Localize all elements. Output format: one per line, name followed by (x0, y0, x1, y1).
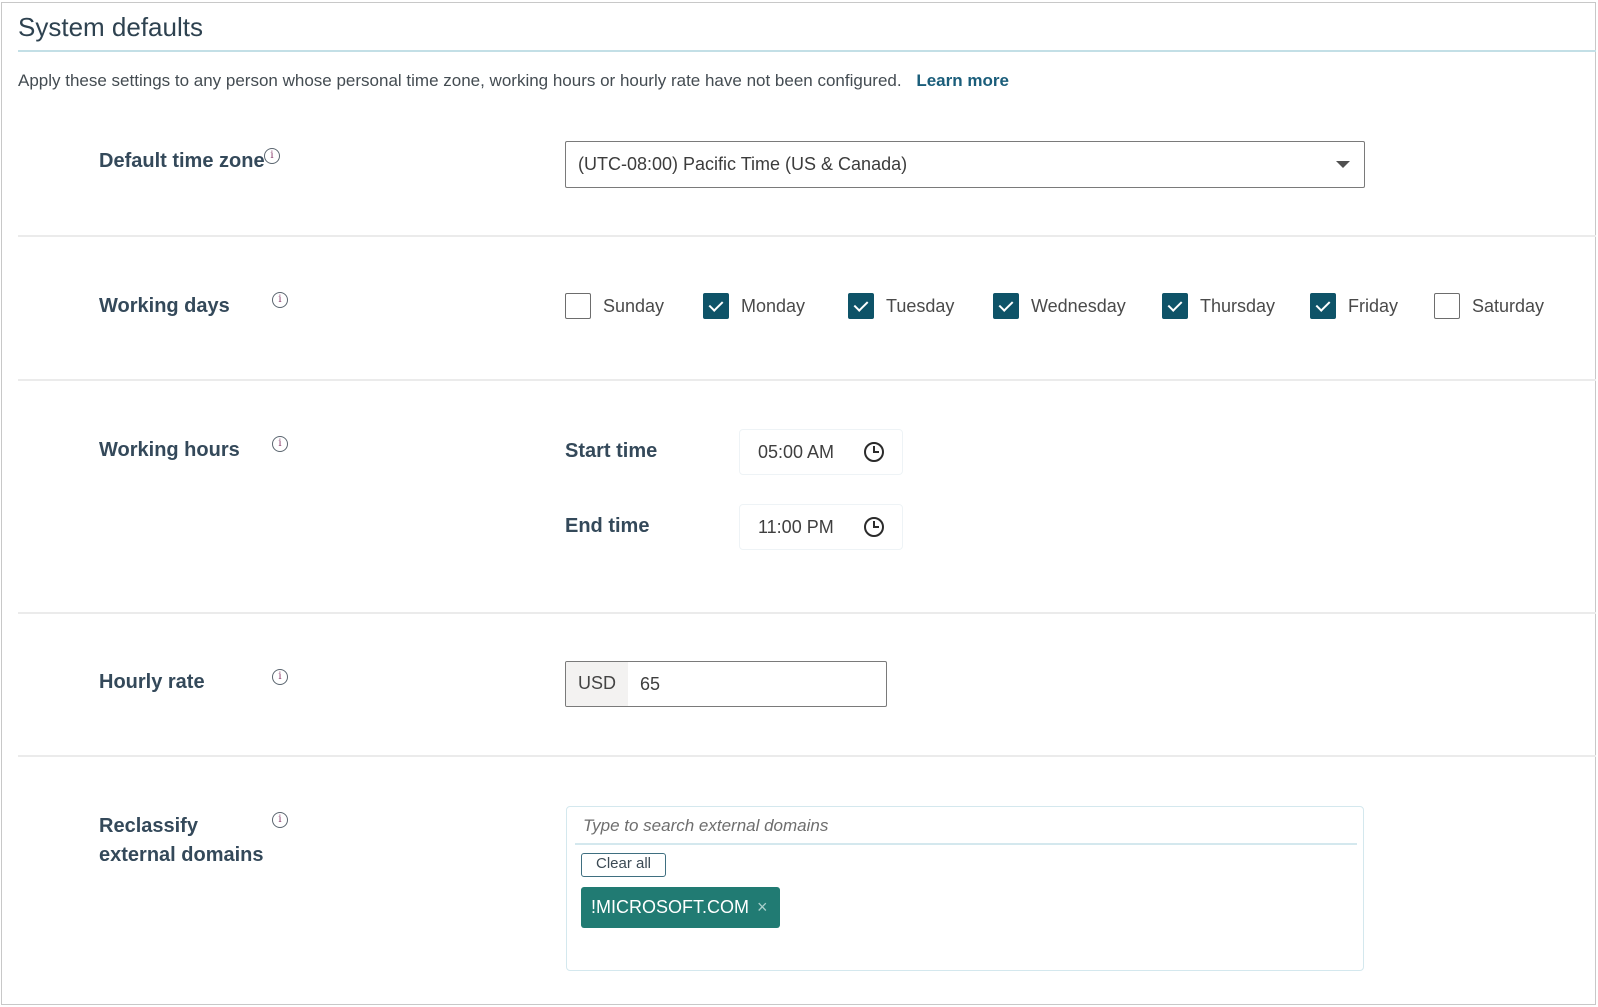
reclassify-label-line2: external domains (99, 844, 264, 866)
checkbox-unchecked-icon[interactable] (565, 293, 591, 319)
day-checkbox-tuesday[interactable]: Tuesday (848, 293, 954, 319)
time-zone-selected: (UTC-08:00) Pacific Time (US & Canada) (578, 154, 908, 174)
reclassify-label: Reclassify external domains (99, 812, 264, 870)
description: Apply these settings to any person whose… (18, 71, 1009, 91)
day-label: Wednesday (1031, 295, 1126, 316)
day-label: Friday (1348, 295, 1399, 316)
checkbox-checked-icon[interactable] (703, 293, 729, 319)
divider (18, 612, 1596, 614)
reclassify-label-line1: Reclassify (99, 815, 198, 837)
clear-all-button[interactable]: Clear all (581, 853, 666, 877)
start-time-label: Start time (565, 440, 658, 462)
day-checkbox-friday[interactable]: Friday (1310, 293, 1398, 319)
clock-icon[interactable] (864, 517, 884, 537)
time-zone-dropdown[interactable]: (UTC-08:00) Pacific Time (US & Canada) (565, 141, 1365, 188)
start-time-value: 05:00 AM (758, 442, 835, 462)
end-time-picker[interactable]: 11:00 PM (739, 504, 903, 550)
checkbox-checked-icon[interactable] (848, 293, 874, 319)
day-label: Sunday (603, 295, 665, 316)
day-label: Thursday (1200, 295, 1276, 316)
description-text: Apply these settings to any person whose… (18, 71, 902, 90)
day-checkbox-wednesday[interactable]: Wednesday (993, 293, 1126, 319)
working-days-label: Working days (99, 295, 230, 317)
hourly-rate-field[interactable]: USD (565, 661, 887, 707)
day-checkbox-monday[interactable]: Monday (703, 293, 805, 319)
time-zone-label-text: Default time zone (99, 150, 265, 172)
divider (18, 235, 1596, 237)
working-days-info-icon[interactable]: i (272, 292, 288, 308)
page-title: System defaults (18, 12, 203, 42)
domain-tag: !MICROSOFT.COM × (581, 887, 780, 928)
close-icon[interactable]: × (757, 897, 768, 918)
end-time-label: End time (565, 515, 650, 537)
title-underline (18, 50, 1596, 52)
day-checkbox-saturday[interactable]: Saturday (1434, 293, 1544, 319)
day-label: Monday (741, 295, 806, 316)
hourly-rate-info-icon[interactable]: i (272, 669, 288, 685)
day-label: Tuesday (886, 295, 955, 316)
currency-prefix: USD (566, 662, 628, 706)
divider (18, 755, 1596, 757)
checkbox-checked-icon[interactable] (1310, 293, 1336, 319)
reclassify-info-icon[interactable]: i (272, 812, 288, 828)
divider (18, 379, 1596, 381)
time-zone-info-icon[interactable]: i (264, 148, 280, 164)
hourly-rate-input[interactable] (640, 662, 882, 706)
day-checkbox-thursday[interactable]: Thursday (1162, 293, 1275, 319)
learn-more-link[interactable]: Learn more (916, 71, 1009, 90)
working-hours-info-icon[interactable]: i (272, 436, 288, 452)
chevron-down-icon (1336, 161, 1350, 168)
start-time-picker[interactable]: 05:00 AM (739, 429, 903, 475)
day-label: Saturday (1472, 295, 1545, 316)
checkbox-unchecked-icon[interactable] (1434, 293, 1460, 319)
working-hours-label: Working hours (99, 439, 240, 461)
time-zone-label: Default time zone (99, 147, 265, 176)
domain-picker: Clear all !MICROSOFT.COM × (566, 806, 1364, 971)
hourly-rate-label: Hourly rate (99, 671, 205, 693)
domain-search-input[interactable] (575, 809, 1357, 845)
checkbox-checked-icon[interactable] (1162, 293, 1188, 319)
domain-tag-label: !MICROSOFT.COM (591, 897, 749, 917)
day-checkbox-sunday[interactable]: Sunday (565, 293, 664, 319)
clock-icon[interactable] (864, 442, 884, 462)
checkbox-checked-icon[interactable] (993, 293, 1019, 319)
end-time-value: 11:00 PM (758, 517, 834, 537)
